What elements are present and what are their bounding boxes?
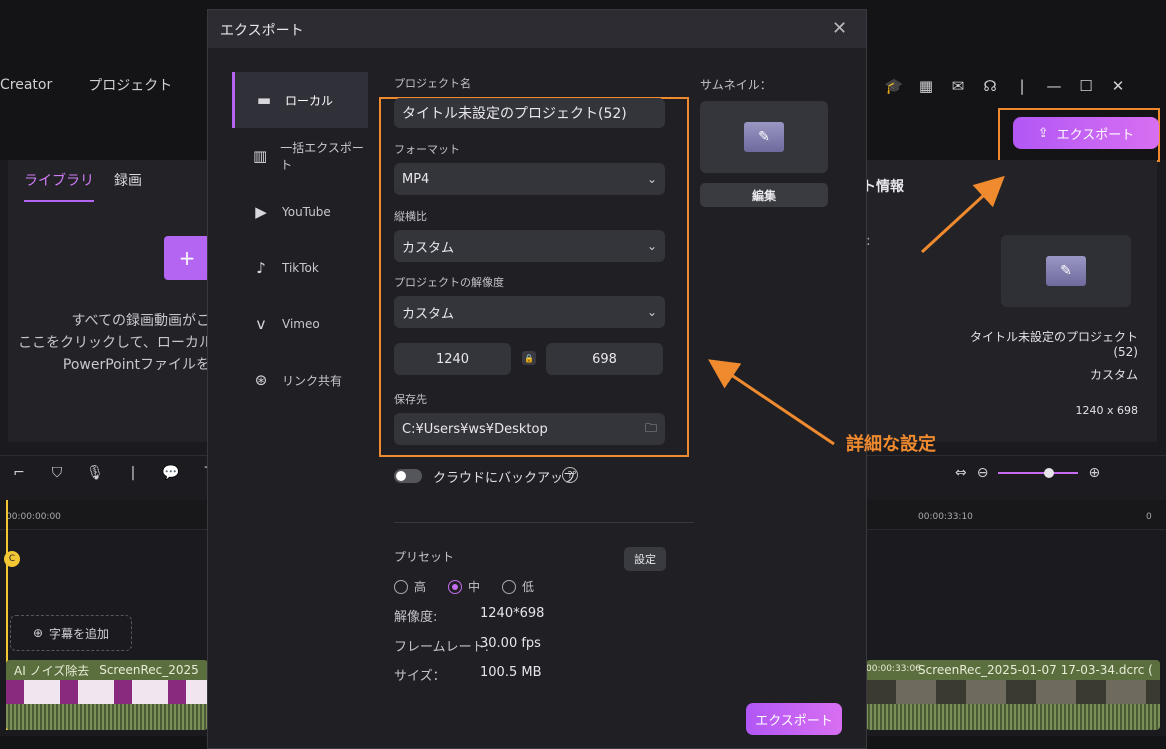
annotation-label: 詳細な設定 (846, 434, 936, 455)
arrow-to-settings (708, 359, 835, 446)
annotation-arrows (708, 175, 1005, 446)
arrow-to-export (920, 175, 1005, 254)
